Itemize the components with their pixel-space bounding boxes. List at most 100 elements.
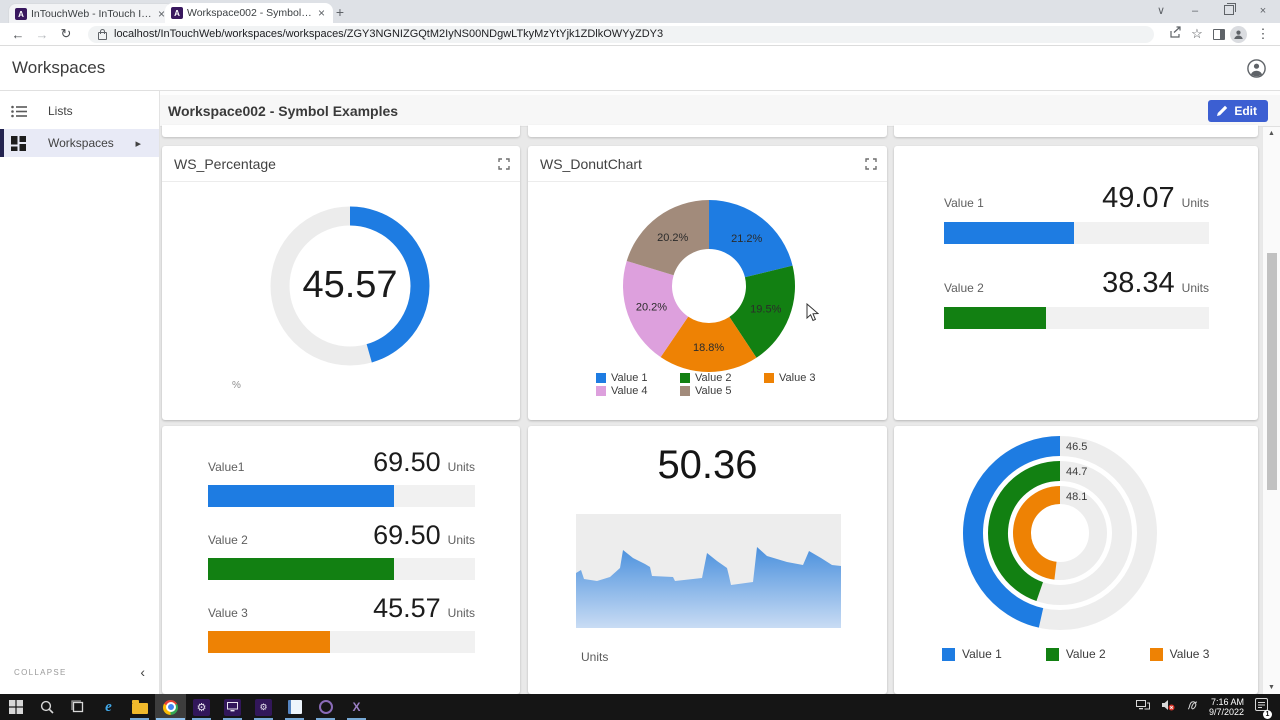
browser-tab-workspace002[interactable]: A Workspace002 - Symbol Exampl × bbox=[165, 3, 333, 23]
tab-search-icon[interactable]: ∨ bbox=[1144, 0, 1178, 23]
taskbar-clock[interactable]: 7:16 AM 9/7/2022 bbox=[1209, 697, 1244, 718]
chrome-icon[interactable] bbox=[155, 694, 186, 720]
task-view-icon[interactable] bbox=[62, 694, 93, 720]
side-panel-icon[interactable] bbox=[1208, 27, 1230, 42]
bar-header: Value169.50 Units bbox=[208, 447, 475, 478]
radial-legend: Value 1 Value 2 Value 3 bbox=[942, 647, 1209, 661]
bar-row: Value169.50 Units bbox=[208, 447, 475, 507]
bar-fill bbox=[208, 631, 330, 653]
scroll-down-icon[interactable]: ▼ bbox=[1263, 684, 1280, 691]
file-explorer-icon[interactable] bbox=[124, 694, 155, 720]
legend-label: Value 4 bbox=[611, 385, 648, 397]
close-button[interactable]: × bbox=[1246, 0, 1280, 23]
expand-icon[interactable] bbox=[498, 158, 510, 170]
card-trend: 50.36 Units bbox=[528, 426, 887, 694]
start-button[interactable] bbox=[0, 694, 31, 720]
action-center-icon[interactable]: 1 bbox=[1255, 698, 1268, 716]
svg-text:48.1: 48.1 bbox=[1066, 491, 1087, 503]
legend-swatch bbox=[942, 648, 955, 661]
card-body: Value 149.07Units Value 238.34Units bbox=[894, 146, 1258, 420]
legend-label: Value 3 bbox=[779, 372, 816, 384]
tab-title: InTouchWeb - InTouch Introducti bbox=[31, 8, 152, 20]
share-icon[interactable] bbox=[1164, 26, 1186, 42]
workspace-title: Workspace002 - Symbol Examples bbox=[168, 103, 398, 119]
network-icon[interactable] bbox=[1136, 698, 1150, 716]
bar-header: Value 149.07Units bbox=[944, 182, 1209, 215]
address-bar[interactable]: localhost/InTouchWeb/workspaces/workspac… bbox=[88, 26, 1154, 43]
card-bars-top: Value 149.07Units Value 238.34Units bbox=[894, 146, 1258, 420]
sidebar: Lists Workspaces ▸ COLLAPSE ‹ bbox=[0, 91, 160, 694]
aveva-favicon-icon: A bbox=[15, 8, 27, 20]
trend-units-label: Units bbox=[581, 650, 608, 664]
back-button[interactable]: ← bbox=[6, 27, 30, 42]
legend-item: Value 5 bbox=[680, 384, 764, 397]
svg-text:21.2%: 21.2% bbox=[731, 233, 762, 245]
scrollbar-thumb[interactable] bbox=[1267, 253, 1277, 490]
notepad-icon[interactable] bbox=[279, 694, 310, 720]
aveva-system-app-icon[interactable]: ⚙ bbox=[248, 694, 279, 720]
legend-swatch bbox=[1046, 648, 1059, 661]
legend-item: Value 2 bbox=[1046, 647, 1106, 661]
collapse-chevron-icon: ‹ bbox=[140, 664, 145, 680]
bar-units-label: Units bbox=[448, 460, 475, 474]
x-app-icon[interactable]: X bbox=[341, 694, 372, 720]
legend-label: Value 5 bbox=[695, 385, 732, 397]
scroll-up-icon[interactable]: ▲ bbox=[1263, 130, 1280, 137]
legend-item: Value 4 bbox=[596, 384, 680, 397]
new-tab-button[interactable]: + bbox=[330, 3, 350, 23]
tab-close-icon[interactable]: × bbox=[316, 7, 327, 19]
workspace-content: Workspace002 - Symbol Examples Edit WS_P… bbox=[160, 91, 1280, 694]
svg-text:18.8%: 18.8% bbox=[693, 342, 724, 354]
pen-icon[interactable] bbox=[1186, 698, 1198, 716]
clock-date: 9/7/2022 bbox=[1209, 707, 1244, 718]
aveva-monitor-app-icon[interactable] bbox=[217, 694, 248, 720]
bookmark-star-icon[interactable]: ☆ bbox=[1186, 26, 1208, 42]
card-header: WS_DonutChart bbox=[528, 146, 887, 182]
sidebar-collapse[interactable]: COLLAPSE ‹ bbox=[0, 664, 159, 680]
minimize-button[interactable]: – bbox=[1178, 0, 1212, 23]
sidebar-item-workspaces[interactable]: Workspaces ▸ bbox=[0, 129, 159, 157]
vertical-scrollbar[interactable]: ▲ ▼ bbox=[1262, 127, 1280, 694]
expand-icon[interactable] bbox=[865, 158, 877, 170]
screen: A InTouchWeb - InTouch Introducti × A Wo… bbox=[0, 0, 1280, 720]
aveva-favicon-icon: A bbox=[171, 7, 183, 19]
restore-button[interactable] bbox=[1212, 0, 1246, 23]
legend-label: Value 1 bbox=[611, 372, 648, 384]
card-partial-top bbox=[162, 125, 520, 137]
bar-label: Value 1 bbox=[944, 196, 1102, 210]
sidebar-item-lists[interactable]: Lists bbox=[0, 97, 159, 125]
bar-fill bbox=[944, 222, 1074, 244]
legend-item: Value 1 bbox=[942, 647, 1002, 661]
card-body: 21.2%19.5%18.8%20.2%20.2% Value 1Value 2… bbox=[528, 183, 887, 420]
sidebar-item-label: Lists bbox=[48, 104, 73, 118]
notification-badge: 1 bbox=[1263, 710, 1272, 719]
bar-value: 38.34 bbox=[1102, 267, 1175, 300]
bar-label: Value 2 bbox=[208, 533, 373, 547]
internet-explorer-icon[interactable]: e bbox=[93, 694, 124, 720]
bar-header: Value 345.57Units bbox=[208, 593, 475, 624]
edit-button[interactable]: Edit bbox=[1208, 100, 1268, 122]
bar-header: Value 238.34Units bbox=[944, 267, 1209, 300]
bar-row: Value 238.34Units bbox=[944, 267, 1209, 329]
reload-button[interactable]: ↻ bbox=[54, 26, 78, 42]
trend-value: 50.36 bbox=[528, 443, 887, 488]
mouse-cursor bbox=[806, 303, 819, 322]
bar-gauge-group: Value169.50 Units Value 2 69.50 Units Value 3… bbox=[162, 426, 520, 653]
bar-value: 69.50 bbox=[373, 447, 441, 478]
tab-title: Workspace002 - Symbol Exampl bbox=[187, 7, 312, 19]
bar-label: Value1 bbox=[208, 460, 373, 474]
aveva-app-icon[interactable]: ⚙ bbox=[186, 694, 217, 720]
browser-tab-intouchweb[interactable]: A InTouchWeb - InTouch Introducti × bbox=[8, 3, 174, 24]
pencil-icon bbox=[1217, 105, 1228, 116]
legend-item: Value 3 bbox=[1150, 647, 1210, 661]
bar-track bbox=[208, 631, 475, 653]
account-icon[interactable] bbox=[1247, 59, 1266, 83]
forward-button[interactable]: → bbox=[30, 27, 54, 42]
legend-label: Value 2 bbox=[1066, 647, 1106, 661]
profile-avatar[interactable] bbox=[1230, 26, 1252, 43]
legend-label: Value 2 bbox=[695, 372, 732, 384]
volume-muted-icon[interactable] bbox=[1161, 698, 1175, 716]
browser-menu-icon[interactable]: ⋮ bbox=[1252, 26, 1274, 42]
taskbar-search-icon[interactable] bbox=[31, 694, 62, 720]
circle-app-icon[interactable] bbox=[310, 694, 341, 720]
